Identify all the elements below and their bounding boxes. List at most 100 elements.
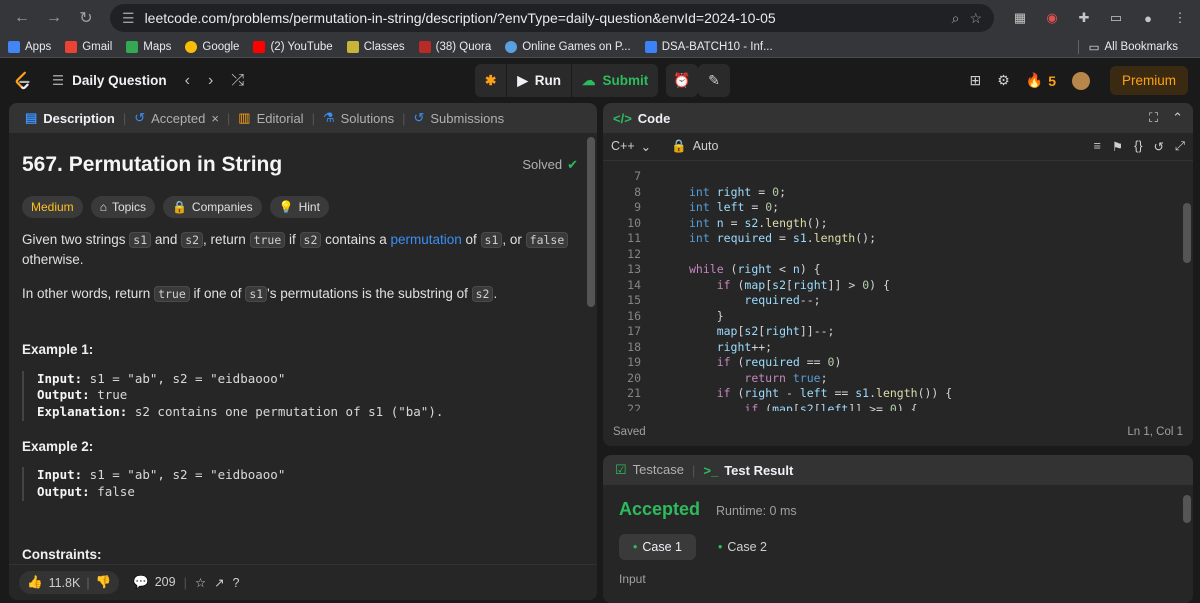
code-text[interactable]: int right = 0; <box>641 185 786 201</box>
code-line[interactable]: 14 if (map[s2[right]] > 0) { <box>603 278 1181 294</box>
bookmark-youtube[interactable]: (2) YouTube <box>253 40 333 53</box>
code-text[interactable]: map[s2[right]]--; <box>641 324 835 340</box>
shuffle-icon[interactable]: ⤮ <box>231 72 244 90</box>
bookmark-online-games[interactable]: Online Games on P... <box>505 40 631 53</box>
reset-icon[interactable]: ↺ <box>1154 139 1164 154</box>
editor-scrollbar[interactable] <box>1183 203 1191 263</box>
code-line[interactable]: 13 while (right < n) { <box>603 262 1181 278</box>
code-line[interactable]: 8 int right = 0; <box>603 185 1181 201</box>
bookmark-dsa-batch[interactable]: DSA-BATCH10 - Inf... <box>644 40 773 53</box>
record-extension-icon[interactable]: ◉ <box>1040 6 1064 30</box>
code-text[interactable]: required--; <box>641 293 820 309</box>
leetcode-logo-icon[interactable] <box>12 70 34 92</box>
tab-editorial[interactable]: ▥ Editorial <box>232 110 309 126</box>
code-editor[interactable]: 7 8 int right = 0; 9 int left = 0; 10 int n = … <box>603 161 1181 411</box>
back-icon[interactable]: ← <box>8 4 36 32</box>
permutation-link[interactable]: permutation <box>390 232 461 247</box>
description-scrollbar[interactable] <box>587 137 595 307</box>
code-line[interactable]: 17 map[s2[right]]--; <box>603 324 1181 340</box>
reload-icon[interactable]: ↻ <box>72 4 100 32</box>
code-line[interactable]: 12 <box>603 247 1181 263</box>
collapse-chevron-icon[interactable]: ⌃ <box>1172 110 1183 126</box>
code-text[interactable]: int n = s2.length(); <box>641 216 828 232</box>
code-line[interactable]: 18 right++; <box>603 340 1181 356</box>
code-line[interactable]: 15 required--; <box>603 293 1181 309</box>
problem-list-button[interactable]: ☰ Daily Question <box>52 73 167 89</box>
code-text[interactable]: int required = s1.length(); <box>641 231 876 247</box>
hint-chip[interactable]: 💡 Hint <box>269 195 329 218</box>
bookmark-star-icon[interactable]: ☆ <box>969 10 982 27</box>
comments-button[interactable]: 💬 209 <box>133 575 175 590</box>
language-select[interactable]: C++ ⌄ <box>611 139 651 154</box>
code-line[interactable]: 22 if (map[s2[left]] >= 0) { <box>603 402 1181 412</box>
timer-icon[interactable]: ⏰ <box>666 64 698 97</box>
code-text[interactable]: int left = 0; <box>641 200 779 216</box>
premium-button[interactable]: Premium <box>1109 66 1188 95</box>
debug-icon[interactable]: ✱ <box>475 64 506 97</box>
code-text[interactable]: } <box>641 309 724 325</box>
fullscreen-icon[interactable]: ⤢ <box>1175 139 1185 154</box>
code-line[interactable]: 9 int left = 0; <box>603 200 1181 216</box>
bookmark-classes[interactable]: Classes <box>346 40 405 53</box>
favorite-star-icon[interactable]: ☆ <box>195 575 206 590</box>
code-text[interactable]: if (map[s2[left]] >= 0) { <box>641 402 917 412</box>
forward-icon[interactable]: → <box>40 4 68 32</box>
braces-icon[interactable]: {} <box>1134 139 1142 154</box>
extension-icon[interactable]: ▦ <box>1008 6 1032 30</box>
profile-avatar[interactable]: ● <box>1136 6 1160 30</box>
code-line[interactable]: 10 int n = s2.length(); <box>603 216 1181 232</box>
bookmark-google[interactable]: Google <box>185 40 239 53</box>
code-text[interactable] <box>641 169 689 185</box>
code-text[interactable]: right++; <box>641 340 772 356</box>
companies-chip[interactable]: 🔒 Companies <box>162 195 262 218</box>
code-text[interactable]: if (required == 0) <box>641 355 842 371</box>
topics-chip[interactable]: ⌂ Topics <box>90 195 155 218</box>
site-info-icon[interactable]: ☰ <box>122 10 135 27</box>
page-title[interactable]: 567. Permutation in String <box>22 149 282 181</box>
prev-problem-icon[interactable]: ‹ <box>185 72 190 90</box>
case-2-tab[interactable]: • Case 2 <box>704 534 781 560</box>
all-bookmarks[interactable]: ▭ All Bookmarks <box>1077 39 1178 54</box>
autosave-indicator[interactable]: 🔒 Auto <box>671 139 718 154</box>
submit-button[interactable]: ☁ Submit <box>572 64 658 97</box>
bookmark-quora[interactable]: (38) Quora <box>418 40 491 53</box>
sidebar-icon[interactable]: ▭ <box>1104 6 1128 30</box>
tab-accepted[interactable]: ↺ Accepted × <box>128 110 225 126</box>
case-1-tab[interactable]: • Case 1 <box>619 534 696 560</box>
tab-testcase[interactable]: ☑ Testcase <box>615 462 684 478</box>
help-icon[interactable]: ? <box>233 576 240 590</box>
bookmark-maps[interactable]: Maps <box>126 40 171 53</box>
code-line[interactable]: 20 return true; <box>603 371 1181 387</box>
bookmark-apps[interactable]: Apps <box>8 40 51 53</box>
url-text[interactable]: leetcode.com/problems/permutation-in-str… <box>145 10 942 26</box>
result-scrollbar[interactable] <box>1183 495 1191 523</box>
settings-gear-icon[interactable]: ⚙ <box>997 72 1010 89</box>
close-tab-icon[interactable]: × <box>211 111 219 126</box>
run-button[interactable]: ▶ Run <box>507 64 571 97</box>
notes-icon[interactable]: ✎ <box>698 64 730 97</box>
zoom-icon[interactable]: ⌕ <box>952 10 960 27</box>
code-text[interactable]: if (right - left == s1.length()) { <box>641 386 953 402</box>
like-button[interactable]: 👍 11.8K | 👎 <box>19 571 120 594</box>
address-bar[interactable]: ☰ leetcode.com/problems/permutation-in-s… <box>110 4 994 32</box>
user-avatar[interactable] <box>1071 71 1090 90</box>
layout-icon[interactable]: ⊞ <box>969 72 981 89</box>
bookmark-gmail[interactable]: Gmail <box>65 40 112 53</box>
code-text[interactable]: while (right < n) { <box>641 262 821 278</box>
tab-submissions[interactable]: ↺ Submissions <box>407 110 510 126</box>
code-line[interactable]: 21 if (right - left == s1.length()) { <box>603 386 1181 402</box>
expand-icon[interactable]: ⛶ <box>1149 110 1158 126</box>
code-text[interactable]: return true; <box>641 371 827 387</box>
code-line[interactable]: 7 <box>603 169 1181 185</box>
format-icon[interactable]: ≡ <box>1094 139 1101 154</box>
tab-solutions[interactable]: ⚗ Solutions <box>317 110 400 126</box>
bookmark-icon[interactable]: ⚑ <box>1112 139 1123 154</box>
streak-counter[interactable]: 🔥 5 <box>1026 72 1056 89</box>
browser-menu-icon[interactable]: ⋮ <box>1168 6 1192 30</box>
next-problem-icon[interactable]: › <box>208 72 213 90</box>
share-icon[interactable]: ↗ <box>214 575 224 590</box>
code-text[interactable]: if (map[s2[right]] > 0) { <box>641 278 890 294</box>
code-line[interactable]: 16 } <box>603 309 1181 325</box>
extensions-puzzle-icon[interactable]: ✚ <box>1072 6 1096 30</box>
code-text[interactable] <box>641 247 689 263</box>
